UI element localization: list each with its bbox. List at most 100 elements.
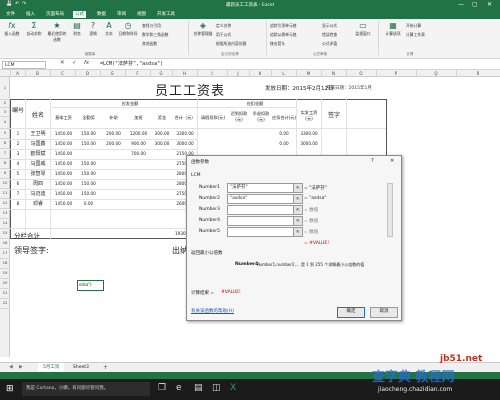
cell-name[interactable]: 马迈迪 (26, 190, 50, 197)
arguments-scrollbar[interactable] (387, 183, 393, 237)
cell-full[interactable]: 150.00 (76, 181, 101, 186)
column-header[interactable]: G (150, 70, 173, 77)
undo-icon[interactable]: ↶ (15, 1, 19, 8)
collapse-icon[interactable]: ⇱ (293, 216, 303, 226)
cell-total[interactable]: 3300.00 (173, 131, 197, 136)
tab-page-layout[interactable]: 页面布局 (44, 11, 66, 18)
formula-input[interactable]: =LCM("法萨芬","asdsa") (100, 61, 498, 69)
column-header[interactable]: E (100, 70, 126, 77)
cell-no[interactable]: 3 (11, 151, 25, 156)
close-icon[interactable]: ✕ (390, 158, 394, 164)
column-header[interactable]: R (456, 70, 500, 77)
column-header[interactable]: L (271, 70, 297, 77)
cell-name[interactable]: 王卫明 (26, 130, 50, 137)
redo-icon[interactable]: ↷ (22, 1, 26, 8)
collapse-icon[interactable]: ⇱ (293, 205, 303, 215)
cell-no[interactable]: 8 (11, 201, 25, 206)
cell-base[interactable]: 1450.00 (51, 131, 76, 136)
define-name-button[interactable]: 定义名称 (216, 23, 231, 29)
cell-overtime[interactable]: 1200.00 (126, 131, 151, 136)
collapse-icon[interactable]: ⇱ (293, 194, 303, 204)
cell-base[interactable]: 1450.00 (51, 141, 76, 146)
store-icon[interactable]: ◫ (212, 383, 221, 393)
logical-button[interactable]: ? 逻辑 (86, 21, 100, 37)
column-header[interactable]: A (10, 70, 26, 77)
column-header[interactable]: J (227, 70, 250, 77)
cell-name[interactable]: 欧阳斌 (26, 150, 50, 157)
add-sheet-button[interactable]: + (98, 363, 113, 372)
cell-base[interactable]: 1450.00 (51, 201, 76, 206)
cell-name[interactable]: 马国威 (26, 160, 50, 167)
row-header[interactable]: 22 (0, 298, 10, 309)
task-view-icon[interactable]: ❐ (158, 383, 166, 393)
cell-name[interactable]: 邓睿 (26, 200, 50, 207)
column-header[interactable]: K (249, 70, 272, 77)
calc-now-button[interactable]: 开始计算 (406, 23, 421, 29)
cell-name[interactable]: 周四 (26, 180, 50, 187)
cortana-search-box[interactable]: 我是 Cortana，小娜。有问题尽管问我。 (22, 382, 150, 396)
cell-overtime[interactable]: 900.00 (126, 141, 151, 146)
column-header[interactable]: M (296, 70, 322, 77)
cancel-button[interactable]: 取消 (370, 307, 398, 318)
cell-no[interactable]: 4 (11, 161, 25, 166)
tab-file[interactable]: 文件 (4, 11, 17, 18)
cell-overtime[interactable]: 700.00 (126, 151, 151, 156)
cell-full[interactable]: 150.00 (76, 131, 101, 136)
column-header[interactable]: C (50, 70, 76, 77)
name-box[interactable]: LCM (2, 60, 46, 69)
cell-no[interactable]: 7 (11, 191, 25, 196)
cell-no[interactable]: 6 (11, 181, 25, 186)
cell-dtotal[interactable]: 0.00 (272, 141, 296, 146)
math-button[interactable]: 数学和三角函数 (142, 32, 169, 38)
cell-name[interactable]: 马国鑫 (26, 140, 50, 147)
ok-button[interactable]: 确定 (337, 307, 365, 318)
cell-dtotal[interactable]: 0.00 (272, 131, 296, 136)
column-header[interactable]: H (172, 70, 198, 77)
edge-icon[interactable]: e (176, 383, 182, 393)
number4-input[interactable] (227, 216, 297, 226)
tab-view[interactable]: 视图 (135, 11, 148, 18)
recent-functions-button[interactable]: ★ 最近使用的函数 (46, 21, 68, 43)
calc-sheet-button[interactable]: 计算工作表 (406, 32, 425, 38)
cell-full[interactable]: 150.00 (76, 141, 101, 146)
cell-full[interactable]: 150.00 (76, 161, 101, 166)
close-window-button[interactable]: ✕ (487, 1, 492, 8)
save-icon[interactable]: 💾 (6, 1, 12, 8)
column-header[interactable]: B (25, 70, 51, 77)
remove-arrows-button[interactable]: 移去箭头 (270, 41, 285, 47)
collapse-icon[interactable]: ⇱ (293, 227, 303, 237)
column-header[interactable]: P (376, 70, 417, 77)
cell-base[interactable]: 1450.00 (51, 161, 76, 166)
calc-options-button[interactable]: ▦ 计算选项 (382, 21, 404, 37)
sheet-tab-sheet3[interactable]: Sheet3 (68, 363, 94, 372)
text-button[interactable]: A 文本 (102, 21, 116, 37)
help-icon[interactable]: ? (371, 158, 374, 164)
evaluate-formula-button[interactable]: 公式求值 (322, 41, 337, 47)
column-header[interactable]: Q (416, 70, 457, 77)
cell-no[interactable]: 1 (11, 131, 25, 136)
cell-actual[interactable]: 3000.00 (297, 141, 321, 146)
tab-formulas[interactable]: 公式 (73, 11, 86, 18)
trace-precedents-button[interactable]: 追踪引用单元格 (270, 23, 297, 29)
cell-full[interactable]: 150.00 (76, 171, 101, 176)
minimize-button[interactable]: — (458, 1, 464, 8)
restore-button[interactable]: ▢ (472, 1, 478, 8)
number1-input[interactable]: "法萨芬" (227, 183, 297, 193)
cell-bonus[interactable]: 300.00 (151, 131, 173, 136)
cell-name[interactable]: 张智琴 (26, 170, 50, 177)
column-header[interactable]: D (75, 70, 101, 77)
collapse-icon[interactable]: ⇱ (293, 183, 303, 193)
table-row[interactable]: 2 马国鑫 1450.00 150.00 200.00 900.00 300.0… (10, 139, 386, 149)
financial-button[interactable]: ▤ 财务 (70, 21, 84, 37)
cell-total[interactable]: 3000.00 (173, 141, 197, 146)
table-row[interactable]: 1 王卫明 1450.00 150.00 200.00 1200.00 300.… (10, 129, 386, 139)
number2-input[interactable]: "asdsa" (227, 194, 297, 204)
cell-actual[interactable]: 3300.00 (297, 131, 321, 136)
autosum-button[interactable]: Σ 自动求和 (24, 21, 44, 37)
datetime-button[interactable]: ◷ 日期和时间 (118, 21, 138, 37)
number5-input[interactable] (227, 227, 297, 237)
trace-dependents-button[interactable]: 追踪从属单元格 (270, 32, 297, 38)
tab-developer[interactable]: 开发工具 (155, 11, 177, 18)
cell-no[interactable]: 2 (11, 141, 25, 146)
cell-full[interactable]: 0.00 (76, 201, 101, 206)
